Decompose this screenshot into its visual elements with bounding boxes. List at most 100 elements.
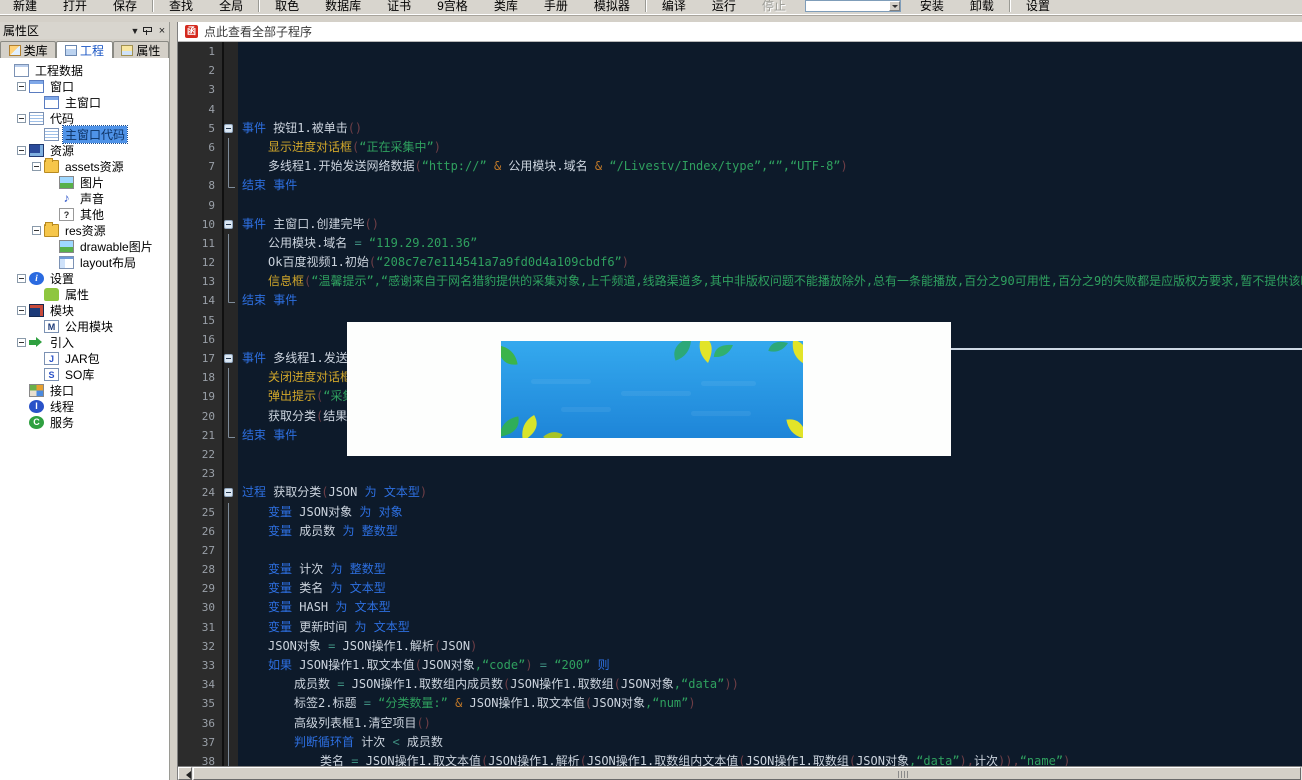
code-line[interactable]: 7多线程1.开始发送网络数据(“http://” & 公用模块.域名 & “/L… bbox=[178, 157, 1302, 176]
code-line[interactable]: 27 bbox=[178, 541, 1302, 560]
code-line[interactable]: 36高级列表框1.清空项目() bbox=[178, 714, 1302, 733]
tree-item-SO库[interactable]: SSO库 bbox=[0, 366, 169, 382]
tree-item-属性[interactable]: 属性 bbox=[0, 286, 169, 302]
tree-item-模块[interactable]: 模块 bbox=[0, 302, 169, 318]
code-line[interactable]: 4 bbox=[178, 100, 1302, 119]
scrollbar-thumb[interactable] bbox=[193, 767, 1301, 780]
tree-item-资源[interactable]: 资源 bbox=[0, 142, 169, 158]
code-line[interactable]: 10事件 主窗口.创建完毕() bbox=[178, 215, 1302, 234]
panel-pin-icon[interactable] bbox=[142, 26, 151, 35]
code-line[interactable]: 12Ok百度视频1.初始(“208c7e7e114541a7a9fd0d4a10… bbox=[178, 253, 1302, 272]
tree-item-服务[interactable]: C服务 bbox=[0, 414, 169, 430]
collapse-icon[interactable] bbox=[32, 162, 41, 171]
tree-item-声音[interactable]: ♪声音 bbox=[0, 190, 169, 206]
menu-item[interactable]: 证书 bbox=[374, 0, 424, 13]
collapse-icon[interactable] bbox=[17, 146, 26, 155]
menu-item[interactable]: 类库 bbox=[481, 0, 531, 13]
code-line[interactable]: 26变量 成员数 为 整数型 bbox=[178, 522, 1302, 541]
code-line[interactable]: 24过程 获取分类(JSON 为 文本型) bbox=[178, 483, 1302, 502]
code-line[interactable]: 11公用模块.域名 = “119.29.201.36” bbox=[178, 234, 1302, 253]
tree-item-drawable图片[interactable]: drawable图片 bbox=[0, 238, 169, 254]
menu-item[interactable]: 新建 bbox=[0, 0, 50, 13]
tree-item-assets资源[interactable]: assets资源 bbox=[0, 158, 169, 174]
menu-item[interactable]: 查找 bbox=[156, 0, 206, 13]
code-line[interactable]: 3 bbox=[178, 80, 1302, 99]
tree-item-窗口[interactable]: 窗口 bbox=[0, 78, 169, 94]
tree-item-引入[interactable]: 引入 bbox=[0, 334, 169, 350]
tree-item-图片[interactable]: 图片 bbox=[0, 174, 169, 190]
tree-item-工程数据[interactable]: 工程数据 bbox=[0, 62, 169, 78]
tab-工程[interactable]: 工程 bbox=[56, 41, 112, 58]
tree-item-主窗口[interactable]: 主窗口 bbox=[0, 94, 169, 110]
code-line[interactable]: 30变量 HASH 为 文本型 bbox=[178, 598, 1302, 617]
panel-dropdown-icon[interactable]: ▼ bbox=[128, 26, 142, 36]
collapse-icon[interactable] bbox=[32, 226, 41, 235]
code-line[interactable]: 5事件 按钮1.被单击() bbox=[178, 119, 1302, 138]
code-text: 公用模块.域名 = “119.29.201.36” bbox=[238, 234, 1302, 253]
menu-item[interactable]: 卸载 bbox=[957, 0, 1007, 13]
tree-item-公用模块[interactable]: M公用模块 bbox=[0, 318, 169, 334]
tree-item-代码[interactable]: 代码 bbox=[0, 110, 169, 126]
editor-header[interactable]: 函 点此查看全部子程序 bbox=[178, 22, 1302, 42]
code-line[interactable]: 25变量 JSON对象 为 对象 bbox=[178, 503, 1302, 522]
tree-item-其他[interactable]: ?其他 bbox=[0, 206, 169, 222]
code-line[interactable]: 13信息框(“温馨提示”,“感谢来自于网名猎豹提供的采集对象,上千频道,线路渠道… bbox=[178, 272, 1302, 291]
code-line[interactable]: 29变量 类名 为 文本型 bbox=[178, 579, 1302, 598]
menu-item[interactable]: 模拟器 bbox=[581, 0, 643, 13]
code-line[interactable]: 34成员数 = JSON操作1.取数组内成员数(JSON操作1.取数组(JSON… bbox=[178, 675, 1302, 694]
code-line[interactable]: 35标签2.标题 = “分类数量:” & JSON操作1.取文本值(JSON对象… bbox=[178, 694, 1302, 713]
menu-item[interactable]: 运行 bbox=[699, 0, 749, 13]
code-line[interactable]: 38类名 = JSON操作1.取文本值(JSON操作1.解析(JSON操作1.取… bbox=[178, 752, 1302, 766]
tree-item-layout布局[interactable]: layout布局 bbox=[0, 254, 169, 270]
collapse-icon[interactable] bbox=[17, 338, 26, 347]
code-line[interactable]: 31变量 更新时间 为 文本型 bbox=[178, 618, 1302, 637]
menu-item[interactable]: 9宫格 bbox=[424, 0, 481, 13]
fold-collapse-icon[interactable] bbox=[222, 119, 238, 138]
tree-item-label: SO库 bbox=[63, 366, 96, 383]
chevron-down-icon[interactable] bbox=[889, 1, 900, 11]
tree-item-设置[interactable]: i设置 bbox=[0, 270, 169, 286]
collapse-icon[interactable] bbox=[17, 114, 26, 123]
tree-item-主窗口代码[interactable]: 主窗口代码 bbox=[0, 126, 169, 142]
tab-类库[interactable]: 类库 bbox=[0, 41, 56, 58]
panel-splitter[interactable] bbox=[170, 22, 178, 780]
code-line[interactable]: 33如果 JSON操作1.取文本值(JSON对象,“code”) = “200”… bbox=[178, 656, 1302, 675]
collapse-icon[interactable] bbox=[17, 274, 26, 283]
collapse-icon[interactable] bbox=[17, 82, 26, 91]
menu-item[interactable]: 编译 bbox=[649, 0, 699, 13]
code-line[interactable]: 1 bbox=[178, 42, 1302, 61]
menu-item[interactable]: 数据库 bbox=[312, 0, 374, 13]
tree-item-label: 属性 bbox=[63, 286, 91, 303]
tree-item-JAR包[interactable]: JJAR包 bbox=[0, 350, 169, 366]
code-line[interactable]: 8结束 事件 bbox=[178, 176, 1302, 195]
menu-item[interactable]: 手册 bbox=[531, 0, 581, 13]
menu-item[interactable]: 全局 bbox=[206, 0, 256, 13]
code-line[interactable]: 32JSON对象 = JSON操作1.解析(JSON) bbox=[178, 637, 1302, 656]
tab-属性[interactable]: 属性 bbox=[113, 41, 169, 58]
code-line[interactable]: 2 bbox=[178, 61, 1302, 80]
menu-item[interactable]: 保存 bbox=[100, 0, 150, 13]
menu-item[interactable]: 设置 bbox=[1013, 0, 1063, 13]
code-line[interactable]: 9 bbox=[178, 196, 1302, 215]
code-line[interactable]: 23 bbox=[178, 464, 1302, 483]
target-device-combobox[interactable] bbox=[805, 0, 901, 12]
panel-close-icon[interactable]: × bbox=[155, 25, 169, 37]
tree-item-线程[interactable]: I线程 bbox=[0, 398, 169, 414]
menu-item[interactable]: 取色 bbox=[262, 0, 312, 13]
fold-margin bbox=[222, 541, 238, 560]
code-line[interactable]: 37判断循环首 计次 < 成员数 bbox=[178, 733, 1302, 752]
code-line[interactable]: 28变量 计次 为 整数型 bbox=[178, 560, 1302, 579]
fold-collapse-icon[interactable] bbox=[222, 349, 238, 368]
tree-item-res资源[interactable]: res资源 bbox=[0, 222, 169, 238]
scroll-left-button[interactable] bbox=[178, 767, 192, 780]
code-line[interactable]: 6显示进度对话框(“正在采集中”) bbox=[178, 138, 1302, 157]
fold-collapse-icon[interactable] bbox=[222, 483, 238, 502]
menu-item[interactable]: 打开 bbox=[50, 0, 100, 13]
tree-item-接口[interactable]: 接口 bbox=[0, 382, 169, 398]
code-line[interactable]: 14结束 事件 bbox=[178, 291, 1302, 310]
function-icon: 函 bbox=[185, 25, 198, 38]
horizontal-scrollbar[interactable] bbox=[178, 766, 1302, 780]
menu-item[interactable]: 安装 bbox=[907, 0, 957, 13]
fold-collapse-icon[interactable] bbox=[222, 215, 238, 234]
collapse-icon[interactable] bbox=[17, 306, 26, 315]
